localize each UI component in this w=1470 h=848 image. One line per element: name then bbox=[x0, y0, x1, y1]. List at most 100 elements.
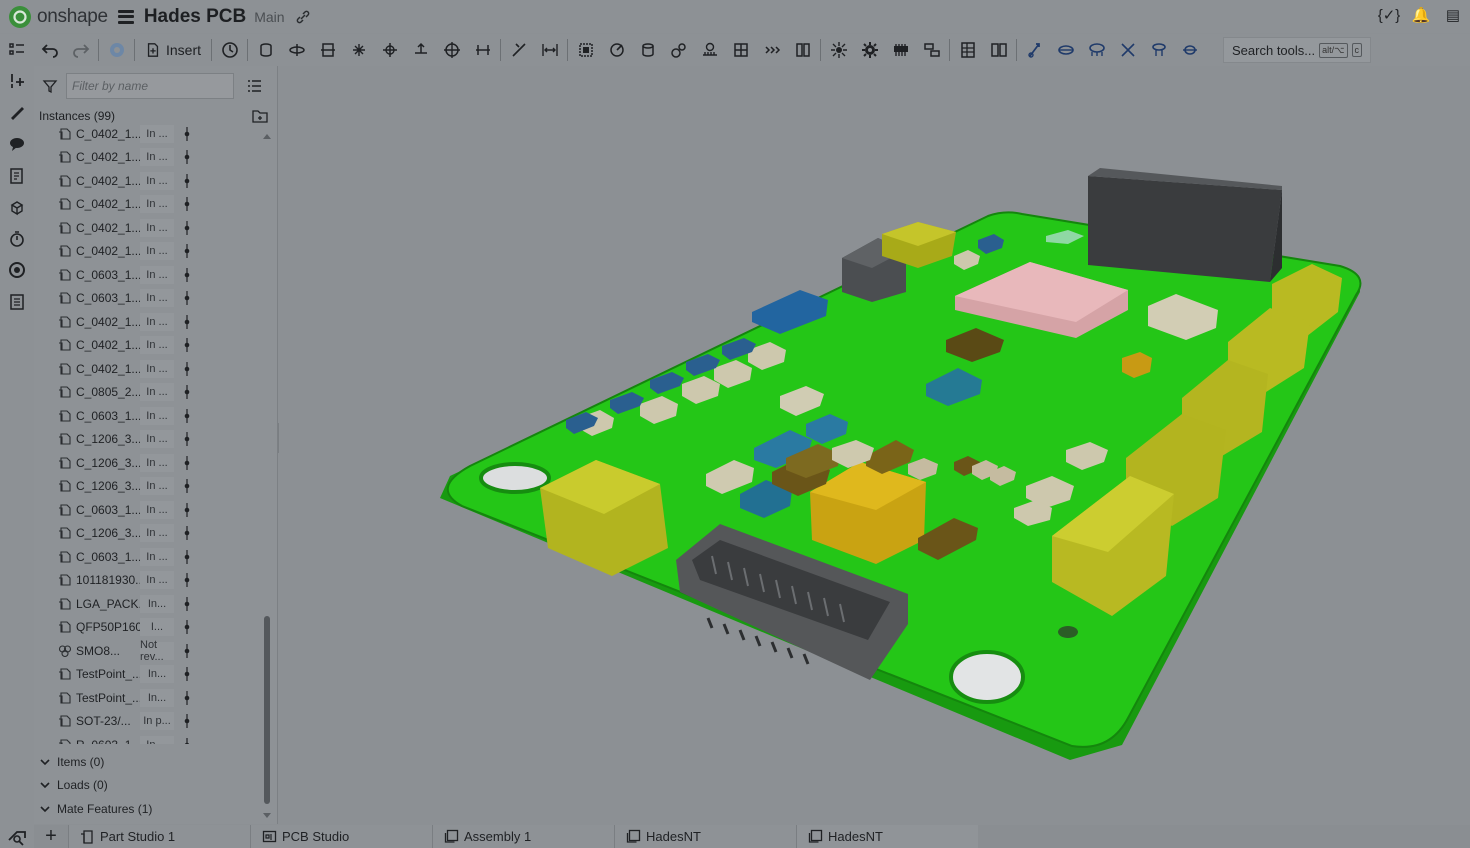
instance-row[interactable]: 101181930... In ... bbox=[34, 569, 262, 593]
document-panel-icon[interactable]: ▤ bbox=[1444, 6, 1462, 24]
instance-row[interactable]: TestPoint_... In... bbox=[34, 686, 262, 710]
filter-input[interactable]: Filter by name bbox=[66, 73, 234, 99]
scroll-up-icon[interactable] bbox=[262, 132, 272, 140]
instance-row[interactable]: C_1206_3... In ... bbox=[34, 428, 262, 452]
mate-connector-dot-icon[interactable] bbox=[184, 549, 190, 565]
instance-row[interactable]: LGA_PACK... In... bbox=[34, 592, 262, 616]
parts-icon[interactable] bbox=[0, 192, 34, 224]
section-view-icon[interactable] bbox=[787, 36, 818, 64]
scrollbar[interactable] bbox=[262, 128, 272, 820]
mate-connector-dot-icon[interactable] bbox=[184, 431, 190, 447]
mate-connector-dot-icon[interactable] bbox=[184, 643, 190, 659]
instance-row[interactable]: C_1206_3... In ... bbox=[34, 451, 262, 475]
inspect-icon[interactable] bbox=[0, 255, 34, 287]
bell-icon[interactable]: 🔔 bbox=[1412, 6, 1431, 24]
bearing-icon[interactable] bbox=[1143, 36, 1174, 64]
gear-relation-icon[interactable] bbox=[663, 36, 694, 64]
filter-icon[interactable] bbox=[42, 78, 58, 94]
mate-connector-dot-icon[interactable] bbox=[184, 384, 190, 400]
scroll-down-icon[interactable] bbox=[262, 812, 272, 820]
mate-connector-dot-icon[interactable] bbox=[184, 173, 190, 189]
comments-icon[interactable] bbox=[0, 129, 34, 161]
pin-slot-mate-icon[interactable] bbox=[405, 36, 436, 64]
mate-connector-dot-icon[interactable] bbox=[184, 408, 190, 424]
instance-row[interactable]: C_0402_1... In ... bbox=[34, 334, 262, 358]
mate-connector-dot-icon[interactable] bbox=[184, 126, 190, 142]
instance-row[interactable]: C_0402_1... In ... bbox=[34, 240, 262, 264]
screw-relation-icon[interactable] bbox=[725, 36, 756, 64]
replicate-icon[interactable] bbox=[214, 36, 245, 64]
instance-row[interactable]: C_1206_3... In ... bbox=[34, 522, 262, 546]
load-icon[interactable] bbox=[1081, 36, 1112, 64]
redo-icon[interactable] bbox=[65, 36, 96, 64]
feature-list-icon[interactable] bbox=[0, 34, 34, 66]
undo-icon[interactable] bbox=[34, 36, 65, 64]
instance-row[interactable]: SMO8... Not rev... bbox=[34, 639, 262, 663]
mate-connector-dot-icon[interactable] bbox=[184, 267, 190, 283]
insert-mate-icon[interactable] bbox=[0, 66, 34, 98]
mate-connector-dot-icon[interactable] bbox=[184, 243, 190, 259]
instance-row[interactable]: C_0402_1... In ... bbox=[34, 169, 262, 193]
tab-1[interactable]: Part Studio 1 bbox=[68, 825, 250, 848]
instance-row[interactable]: C_0402_1... In ... bbox=[34, 216, 262, 240]
mate-connector-dot-icon[interactable] bbox=[184, 690, 190, 706]
instance-row[interactable]: SOT-23/... In p... bbox=[34, 710, 262, 734]
tab-5[interactable]: HadesNT bbox=[796, 825, 978, 848]
instance-row[interactable]: C_0805_2... In ... bbox=[34, 381, 262, 405]
section-header[interactable]: Items (0) bbox=[34, 750, 262, 774]
tab-3[interactable]: Assembly 1 bbox=[432, 825, 614, 848]
tangent-mate-icon[interactable] bbox=[503, 36, 534, 64]
hamburger-menu-icon[interactable] bbox=[117, 9, 134, 24]
notes-icon[interactable] bbox=[0, 160, 34, 192]
mate-connector-dot-icon[interactable] bbox=[184, 525, 190, 541]
mate-connector-dot-icon[interactable] bbox=[184, 196, 190, 212]
instance-row[interactable]: C_0603_1... In ... bbox=[34, 287, 262, 311]
ball-mate-icon[interactable] bbox=[436, 36, 467, 64]
mate-connector-dot-icon[interactable] bbox=[184, 619, 190, 635]
group-icon[interactable] bbox=[570, 36, 601, 64]
instance-row[interactable]: C_0402_1... In ... bbox=[34, 193, 262, 217]
width-mate-icon[interactable] bbox=[534, 36, 565, 64]
instance-row[interactable]: TestPoint_... In... bbox=[34, 663, 262, 687]
scroll-thumb[interactable] bbox=[264, 616, 270, 804]
section-header[interactable]: Loads (0) bbox=[34, 774, 262, 798]
parallel-mate-icon[interactable] bbox=[467, 36, 498, 64]
branch-name[interactable]: Main bbox=[254, 9, 284, 25]
cylindrical-mate-icon[interactable] bbox=[374, 36, 405, 64]
instance-row[interactable]: C_0402_1... In ... bbox=[34, 357, 262, 381]
table-icon[interactable] bbox=[952, 36, 983, 64]
view-settings-icon[interactable] bbox=[7, 830, 29, 846]
instance-row[interactable]: R_0603_1...In ... bbox=[34, 733, 262, 744]
search-tools-button[interactable]: Search tools... alt/⌥ c bbox=[1223, 37, 1372, 63]
revolute-mate-icon[interactable] bbox=[281, 36, 312, 64]
timer-icon[interactable] bbox=[0, 223, 34, 255]
mate-connector-dot-icon[interactable] bbox=[184, 572, 190, 588]
instance-row[interactable]: C_0603_1... In ... bbox=[34, 263, 262, 287]
variable-icon[interactable]: {✓} bbox=[1378, 6, 1401, 24]
mate-connector-dot-icon[interactable] bbox=[184, 478, 190, 494]
rack-pinion-icon[interactable] bbox=[694, 36, 725, 64]
instance-row[interactable]: C_0402_1... In ... bbox=[34, 310, 262, 334]
standard-content-icon[interactable] bbox=[101, 36, 132, 64]
pressure-icon[interactable] bbox=[1112, 36, 1143, 64]
mate-connector-dot-icon[interactable] bbox=[184, 713, 190, 729]
explode-icon[interactable] bbox=[823, 36, 854, 64]
mate-connector-dot-icon[interactable] bbox=[184, 149, 190, 165]
layout-icon[interactable] bbox=[916, 36, 947, 64]
mate-connector-dot-icon[interactable] bbox=[184, 455, 190, 471]
mate-connector-dot-icon[interactable] bbox=[184, 666, 190, 682]
linear-relation-icon[interactable] bbox=[756, 36, 787, 64]
slider-mate-icon[interactable] bbox=[312, 36, 343, 64]
tab-4[interactable]: HadesNT bbox=[614, 825, 796, 848]
link-icon[interactable] bbox=[295, 9, 311, 25]
measure-icon[interactable] bbox=[1019, 36, 1050, 64]
onshape-logo[interactable]: onshape bbox=[8, 5, 108, 29]
list-view-icon[interactable] bbox=[246, 78, 262, 94]
relation-icon[interactable] bbox=[632, 36, 663, 64]
instance-row[interactable]: C_0402_1... In ... bbox=[34, 146, 262, 170]
planar-mate-icon[interactable] bbox=[343, 36, 374, 64]
instance-row[interactable]: C_0603_1... In ... bbox=[34, 404, 262, 428]
mate-connector-icon[interactable] bbox=[601, 36, 632, 64]
graphics-viewport[interactable] bbox=[279, 66, 1470, 824]
configuration-icon[interactable] bbox=[983, 36, 1014, 64]
